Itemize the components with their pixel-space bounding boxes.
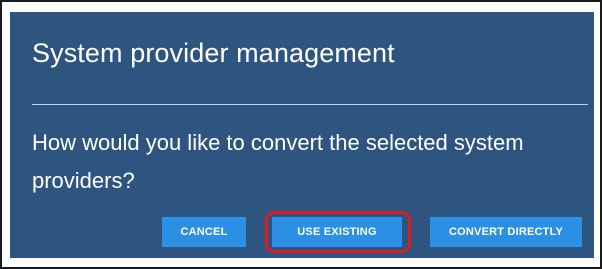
screenshot-frame: System provider management How would you… [0,0,602,269]
title-divider [32,104,588,105]
cancel-button[interactable]: CANCEL [162,217,246,247]
convert-directly-button[interactable]: CONVERT DIRECTLY [430,217,582,247]
use-existing-button[interactable]: USE EXISTING [272,217,402,247]
dialog-title: System provider management [32,38,395,68]
dialog-message: How would you like to convert the select… [32,130,524,193]
system-provider-dialog: System provider management How would you… [10,12,594,258]
